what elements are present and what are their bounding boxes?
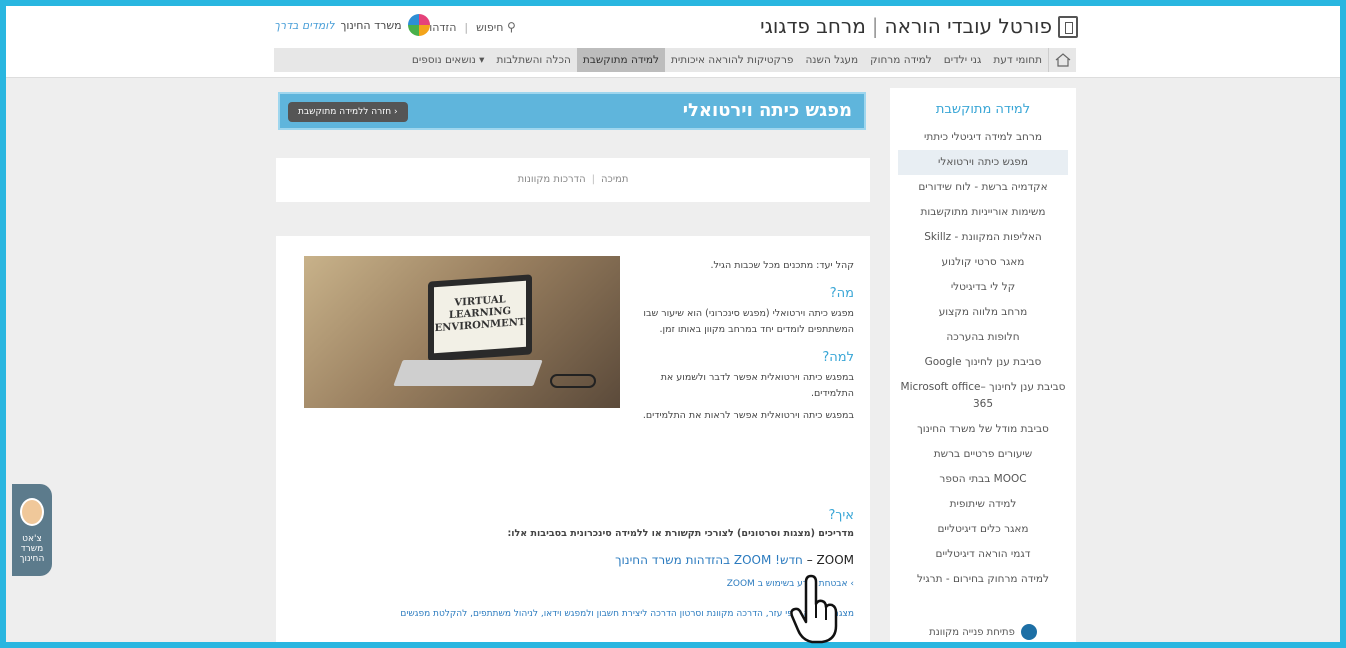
top-header: פורטל עובדי הוראה|מרחב פדגוגי הזדהות | ח… bbox=[6, 6, 1340, 78]
sidebar-item[interactable]: למידה מרחוק בחירום - תרגיל bbox=[890, 567, 1076, 592]
hand-pointer-cursor-icon bbox=[790, 574, 838, 644]
browser-page: פורטל עובדי הוראה|מרחב פדגוגי הזדהות | ח… bbox=[6, 6, 1340, 642]
sidebar-item[interactable]: סביבת ענן לחינוך –Microsoft office 365 bbox=[890, 375, 1076, 417]
top-links: הזדהות | חיפוש ⚲ bbox=[422, 20, 516, 34]
keyboard-illustration bbox=[393, 360, 543, 386]
how-section: איך? מדריכים (מצגות וסרטונים) לצורכי תקש… bbox=[294, 508, 854, 622]
back-button[interactable]: חזרה ללמידה מתוקשבת › bbox=[288, 102, 408, 122]
main-content: VIRTUAL LEARNING ENVIRONMENT קהל יעד: מת… bbox=[276, 236, 870, 642]
sidebar-item[interactable]: אקדמיה ברשת - לוח שידורים bbox=[890, 175, 1076, 200]
nav-item-remote-learning[interactable]: למידה מרחוק bbox=[864, 48, 938, 72]
audience-text: קהל יעד: מתכנים מכל שכבות הגיל. bbox=[710, 260, 854, 271]
sidebar-item[interactable]: מרחב למידה דיגיטלי כיתתי bbox=[890, 125, 1076, 150]
how-heading: איך? bbox=[828, 508, 854, 523]
sidebar-item-active[interactable]: מפגש כיתה וירטואלי bbox=[898, 150, 1068, 175]
page-title: מפגש כיתה וירטואלי bbox=[682, 100, 852, 121]
chat-bubble-icon bbox=[1020, 624, 1037, 640]
virtual-learning-image: VIRTUAL LEARNING ENVIRONMENT bbox=[304, 256, 620, 408]
ministry-chat-tab[interactable]: צ'אט משרד החינוך bbox=[12, 484, 52, 576]
state-emblem-icon bbox=[1058, 16, 1078, 38]
tab-online-guides[interactable]: הדרכות מקוונות bbox=[518, 174, 586, 185]
sidebar-item[interactable]: למידה שיתופית bbox=[890, 492, 1076, 517]
sidebar-item[interactable]: סביבת ענן לחינוך Google bbox=[890, 350, 1076, 375]
nav-item-practices[interactable]: פרקטיקות להוראה איכותית bbox=[665, 48, 799, 72]
sidebar-item[interactable]: מאגר כלים דיגיטליים bbox=[890, 517, 1076, 542]
zoom-line: ZOOM – חדש! ZOOM בהזדהות משרד החינוך bbox=[294, 552, 854, 568]
sidebar-item[interactable]: האליפות המקוונת - Skillz bbox=[890, 225, 1076, 250]
sidebar-item[interactable]: מרחב מלווה מקצוע bbox=[890, 300, 1076, 325]
tab-support[interactable]: תמיכה bbox=[601, 174, 628, 185]
zoom-security-link[interactable]: › אבטחת מידע בשימוש ב ZOOM bbox=[294, 576, 854, 592]
portal-subtitle: מרחב פדגוגי bbox=[760, 14, 866, 38]
online-request-label: פתיחת פנייה מקוונת bbox=[929, 626, 1015, 638]
logo-tagline: לומדים בדרך bbox=[274, 18, 335, 32]
sidebar-item[interactable]: משימות אורייניות מתוקשבות bbox=[890, 200, 1076, 225]
search-icon: ⚲ bbox=[506, 20, 516, 34]
sidebar-item[interactable]: סביבת מודל של משרד החינוך bbox=[890, 417, 1076, 442]
nav-item-more-topics[interactable]: נושאים נוספים ▾ bbox=[406, 48, 491, 72]
main-nav: תחומי דעת גני ילדים למידה מרחוק מעגל השנ… bbox=[274, 48, 1076, 72]
what-text: מפגש כיתה וירטואלי (מפגש סינכרוני) הוא ש… bbox=[643, 308, 854, 335]
sidebar-item[interactable]: חלופות בהערכה bbox=[890, 325, 1076, 350]
ministry-logo[interactable]: לומדים בדרך משרד החינוך bbox=[274, 14, 430, 36]
sidebar: למידה מתוקשבת מרחב למידה דיגיטלי כיתתי מ… bbox=[890, 88, 1076, 642]
portal-title[interactable]: פורטל עובדי הוראה|מרחב פדגוגי bbox=[760, 14, 1052, 38]
how-text: מדריכים (מצגות וסרטונים) לצורכי תקשורת א… bbox=[507, 528, 855, 539]
laptop-screen-text: VIRTUAL LEARNING ENVIRONMENT bbox=[434, 280, 526, 354]
zoom-resources-text: מצגת הדרכה, דפי עזר, הדרכה מקוונת וסרטון… bbox=[294, 606, 854, 622]
sidebar-item[interactable]: מאגר סרטי קולנוע bbox=[890, 250, 1076, 275]
chat-tab-label: צ'אט משרד החינוך bbox=[19, 534, 45, 564]
sidebar-item[interactable]: שיעורים פרטיים ברשת bbox=[890, 442, 1076, 467]
page-header-bar: מפגש כיתה וירטואלי חזרה ללמידה מתוקשבת › bbox=[278, 92, 866, 130]
why-text-2: במפגש כיתה וירטואלית אפשר לראות את התלמי… bbox=[642, 410, 854, 421]
intro-text: קהל יעד: מתכנים מכל שכבות הגיל. מה? מפגש… bbox=[624, 258, 854, 430]
glasses-illustration bbox=[550, 374, 596, 388]
nav-item-year-cycle[interactable]: מעגל השנה bbox=[799, 48, 864, 72]
home-icon[interactable] bbox=[1048, 48, 1076, 72]
nav-item-subjects[interactable]: תחומי דעת bbox=[987, 48, 1048, 72]
sidebar-item[interactable]: קל לי בדיגיטלי bbox=[890, 275, 1076, 300]
avatar bbox=[20, 498, 44, 526]
why-heading: למה? bbox=[822, 350, 854, 365]
sidebar-item[interactable]: MOOC בבתי הספר bbox=[890, 467, 1076, 492]
zoom-link[interactable]: חדש! ZOOM בהזדהות משרד החינוך bbox=[615, 553, 803, 567]
why-text-1: במפגש כיתה וירטואלית אפשר לדבר ולשמוע את… bbox=[660, 372, 854, 399]
portal-name: פורטל עובדי הוראה bbox=[884, 14, 1052, 38]
ministry-name: משרד החינוך bbox=[340, 18, 402, 32]
laptop-illustration: VIRTUAL LEARNING ENVIRONMENT bbox=[428, 274, 532, 362]
online-request-link[interactable]: פתיחת פנייה מקוונת bbox=[890, 624, 1076, 640]
search-link[interactable]: חיפוש ⚲ bbox=[476, 20, 516, 34]
sidebar-item[interactable]: דגמי הוראה דיגיטליים bbox=[890, 542, 1076, 567]
tabs-box: תמיכה|הדרכות מקוונות bbox=[276, 158, 870, 202]
nav-item-kindergartens[interactable]: גני ילדים bbox=[938, 48, 988, 72]
nav-item-inclusion[interactable]: הכלה והשתלבות bbox=[490, 48, 576, 72]
sidebar-heading[interactable]: למידה מתוקשבת bbox=[890, 88, 1076, 125]
zoom-label: ZOOM – bbox=[806, 553, 854, 567]
what-heading: מה? bbox=[829, 286, 854, 301]
nav-item-digital-learning[interactable]: למידה מתוקשבת bbox=[576, 48, 666, 72]
ministry-logo-icon bbox=[407, 14, 430, 36]
